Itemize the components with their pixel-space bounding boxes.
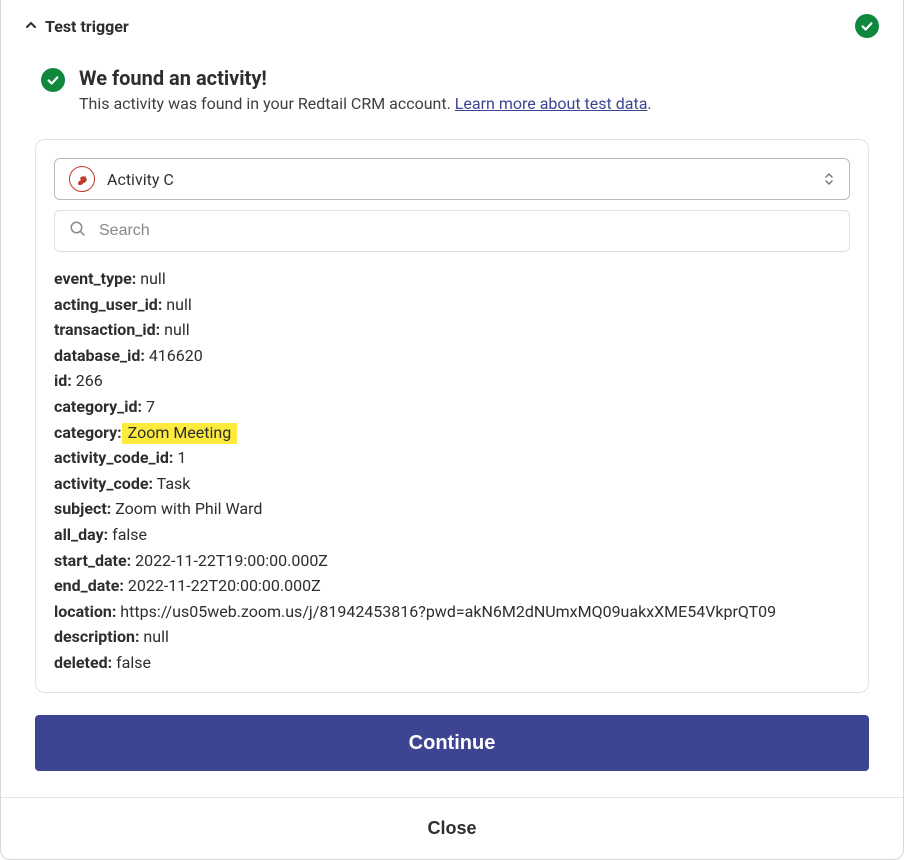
panel-header[interactable]: Test trigger bbox=[1, 0, 903, 48]
field-value: null bbox=[162, 295, 191, 314]
success-check-icon bbox=[41, 68, 65, 92]
field-key: end_date: bbox=[54, 576, 124, 595]
result-title: We found an activity! bbox=[79, 66, 652, 90]
field-value: Zoom Meeting bbox=[122, 423, 238, 444]
field-value: Task bbox=[153, 474, 190, 493]
field-value: null bbox=[139, 627, 168, 646]
continue-button[interactable]: Continue bbox=[35, 715, 869, 771]
field-row: subject: Zoom with Phil Ward bbox=[54, 496, 846, 522]
field-key: description: bbox=[54, 627, 139, 646]
search-icon bbox=[69, 220, 87, 242]
activity-card: Activity C event_type: nullacting_user_i… bbox=[35, 139, 869, 693]
field-key: database_id: bbox=[54, 346, 145, 365]
field-key: activity_code_id: bbox=[54, 448, 173, 467]
success-check-icon bbox=[855, 14, 879, 38]
result-subtext-after: . bbox=[647, 94, 651, 113]
field-value: Zoom with Phil Ward bbox=[111, 499, 262, 518]
field-row: acting_user_id: null bbox=[54, 292, 846, 318]
field-row: database_id: 416620 bbox=[54, 343, 846, 369]
field-key: location: bbox=[54, 602, 116, 621]
field-value: null bbox=[160, 320, 189, 339]
field-value: 266 bbox=[72, 371, 103, 390]
field-value: 1 bbox=[173, 448, 186, 467]
field-row: all_day: false bbox=[54, 522, 846, 548]
continue-wrap: Continue bbox=[1, 693, 903, 797]
field-key: transaction_id: bbox=[54, 320, 160, 339]
search-box[interactable] bbox=[54, 210, 850, 252]
field-key: event_type: bbox=[54, 269, 136, 288]
field-value: 2022-11-22T20:00:00.000Z bbox=[124, 576, 321, 595]
search-input[interactable] bbox=[97, 221, 835, 241]
field-key: acting_user_id: bbox=[54, 295, 162, 314]
field-value: false bbox=[108, 525, 147, 544]
activity-selector-label: Activity C bbox=[107, 170, 174, 189]
field-key: category_id: bbox=[54, 397, 142, 416]
field-row: description: null bbox=[54, 624, 846, 650]
field-key: id: bbox=[54, 371, 72, 390]
result-message: We found an activity! This activity was … bbox=[1, 48, 903, 121]
panel-footer: Close bbox=[1, 797, 903, 859]
field-key: deleted: bbox=[54, 653, 112, 672]
field-key: all_day: bbox=[54, 525, 108, 544]
field-row: activity_code_id: 1 bbox=[54, 445, 846, 471]
close-button[interactable]: Close bbox=[421, 817, 482, 840]
field-value: false bbox=[112, 653, 151, 672]
field-row: end_date: 2022-11-22T20:00:00.000Z bbox=[54, 573, 846, 599]
field-row: category: Zoom Meeting bbox=[54, 420, 846, 446]
redtail-icon bbox=[69, 166, 95, 192]
result-subtext-before: This activity was found in your Redtail … bbox=[79, 94, 455, 113]
sort-caret-icon bbox=[823, 171, 835, 187]
field-value: 2022-11-22T19:00:00.000Z bbox=[131, 551, 328, 570]
field-value: https://us05web.zoom.us/j/81942453816?pw… bbox=[116, 602, 776, 621]
field-row: deleted: false bbox=[54, 650, 846, 674]
fields-list[interactable]: event_type: nullacting_user_id: nulltran… bbox=[54, 266, 850, 674]
field-key: start_date: bbox=[54, 551, 131, 570]
field-value: 7 bbox=[142, 397, 155, 416]
field-row: activity_code: Task bbox=[54, 471, 846, 497]
header-title: Test trigger bbox=[45, 17, 129, 36]
field-key: category: bbox=[54, 423, 122, 442]
field-row: id: 266 bbox=[54, 368, 846, 394]
field-row: category_id: 7 bbox=[54, 394, 846, 420]
test-trigger-panel: Test trigger We found an activity! This … bbox=[0, 0, 904, 860]
field-key: subject: bbox=[54, 499, 111, 518]
field-key: activity_code: bbox=[54, 474, 153, 493]
field-value: 416620 bbox=[145, 346, 203, 365]
field-row: transaction_id: null bbox=[54, 317, 846, 343]
field-row: event_type: null bbox=[54, 266, 846, 292]
chevron-up-icon bbox=[25, 19, 37, 31]
panel-main: Test trigger We found an activity! This … bbox=[1, 0, 903, 797]
result-subtext: This activity was found in your Redtail … bbox=[79, 94, 652, 113]
activity-selector[interactable]: Activity C bbox=[54, 158, 850, 200]
learn-more-link[interactable]: Learn more about test data bbox=[455, 94, 648, 113]
field-row: start_date: 2022-11-22T19:00:00.000Z bbox=[54, 548, 846, 574]
field-value: null bbox=[136, 269, 165, 288]
result-message-text: We found an activity! This activity was … bbox=[79, 66, 652, 113]
field-row: location: https://us05web.zoom.us/j/8194… bbox=[54, 599, 846, 625]
